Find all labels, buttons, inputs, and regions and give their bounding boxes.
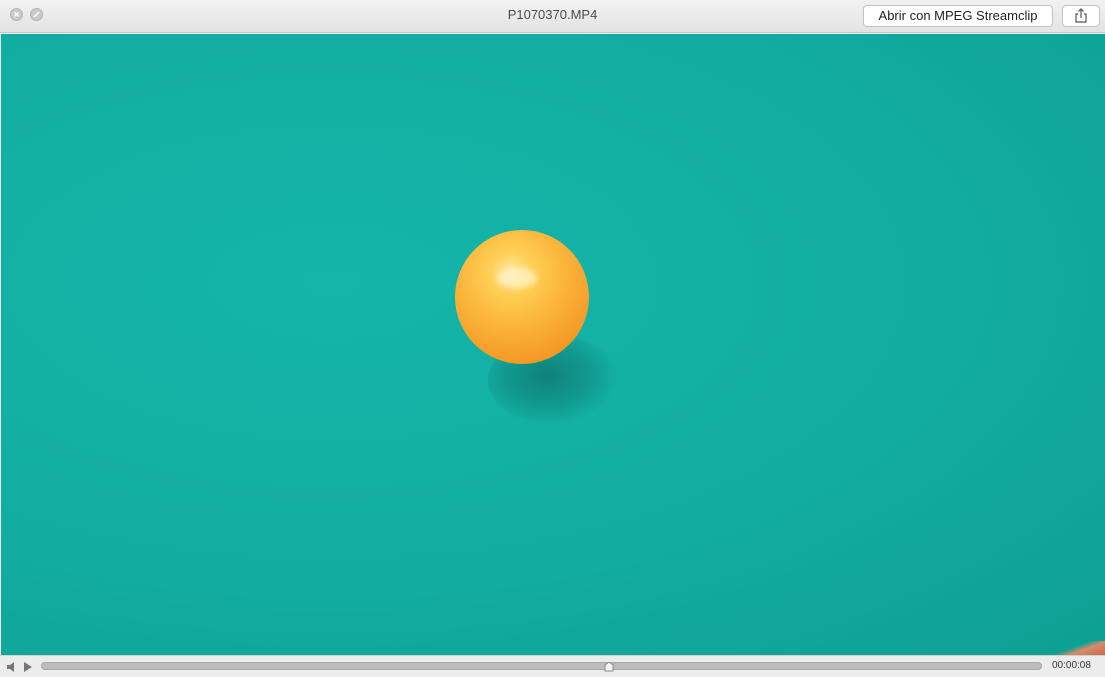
- share-button[interactable]: [1062, 5, 1100, 27]
- scrub-thumb[interactable]: [604, 662, 614, 672]
- play-icon[interactable]: [23, 661, 33, 673]
- speaker-icon[interactable]: [6, 661, 18, 673]
- share-icon: [1075, 8, 1087, 23]
- ball-highlight: [497, 268, 537, 288]
- scrub-bar[interactable]: [41, 662, 1042, 670]
- playback-controls: 00:00:08: [0, 655, 1105, 677]
- title-bar: P1070370.MP4 Abrir con MPEG Streamclip: [0, 0, 1105, 33]
- current-time: 00:00:08: [1052, 660, 1091, 671]
- video-corner-detail: [1055, 641, 1105, 655]
- open-with-mpeg-streamclip-button[interactable]: Abrir con MPEG Streamclip: [863, 5, 1053, 27]
- orange-ball: [455, 230, 589, 364]
